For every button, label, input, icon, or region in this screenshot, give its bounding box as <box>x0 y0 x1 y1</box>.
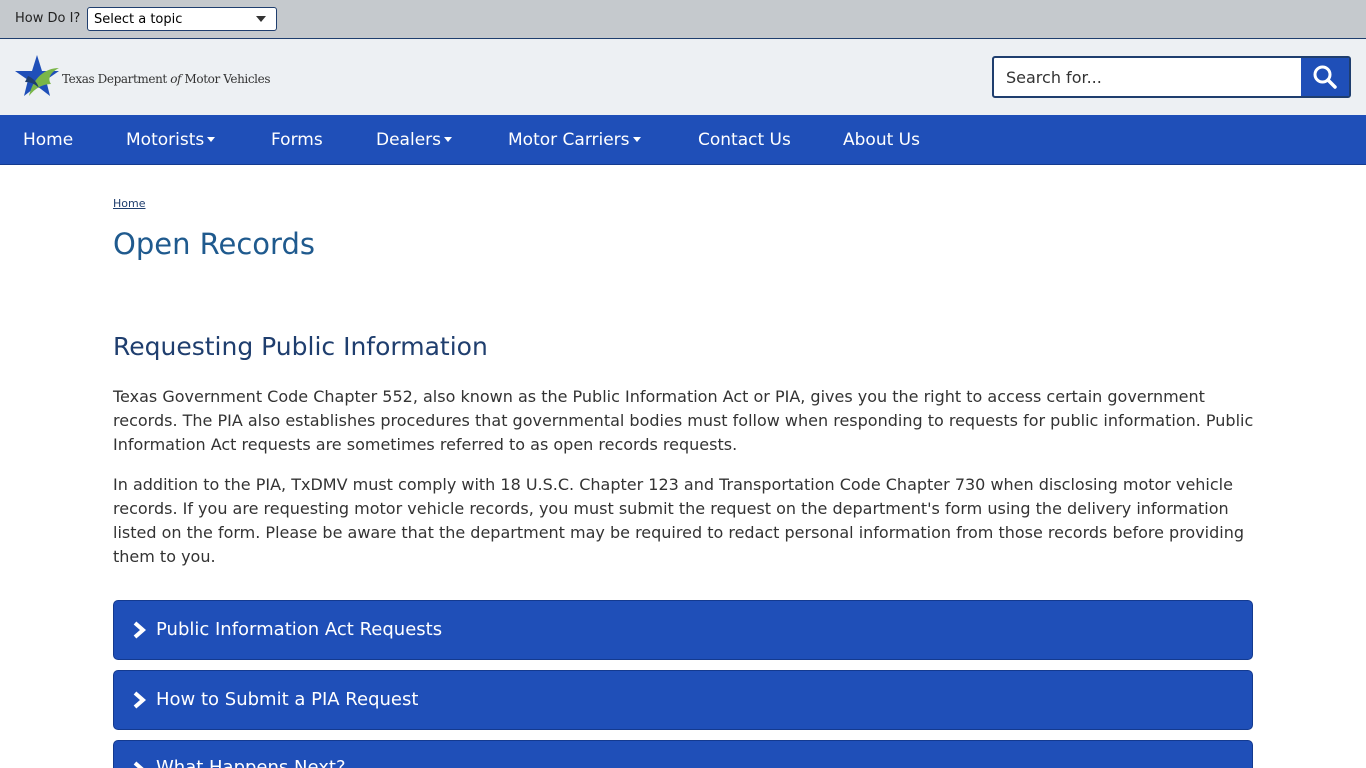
section-title: Requesting Public Information <box>113 332 488 361</box>
chevron-right-icon <box>133 691 146 709</box>
nav-item-label: Motorists <box>126 130 205 150</box>
nav-item-contact-us[interactable]: Contact Us <box>698 130 791 150</box>
chevron-down-icon <box>256 16 266 22</box>
logo-text-part: Texas Department <box>62 72 171 86</box>
intro-paragraph: In addition to the PIA, TxDMV must compl… <box>113 475 1245 566</box>
utility-bar: How Do I? Select a topic <box>0 0 1366 39</box>
chevron-right-icon <box>133 621 146 639</box>
accordion-label: How to Submit a PIA Request <box>156 689 419 710</box>
nav-item-about-us[interactable]: About Us <box>843 130 920 150</box>
accordion-public-information-act-requests[interactable]: Public Information Act Requests <box>113 600 1253 660</box>
intro-paragraph: Texas Government Code Chapter 552, also … <box>113 387 1254 454</box>
star-logo-icon <box>15 55 59 96</box>
topic-select-value: Select a topic <box>94 12 183 27</box>
how-do-i-label: How Do I? <box>15 11 81 26</box>
main-nav: Home Motorists Forms Dealers Motor Carri… <box>0 115 1366 165</box>
nav-item-label: Home <box>23 130 74 150</box>
accordion-label: What Happens Next? <box>156 757 346 768</box>
breadcrumb-home-link[interactable]: Home <box>113 197 145 210</box>
page-title: Open Records <box>113 227 315 261</box>
search-icon <box>1313 65 1337 89</box>
search-form <box>992 56 1351 98</box>
chevron-right-icon <box>133 761 144 768</box>
site-header: Texas Department of Motor Vehicles <box>0 39 1366 115</box>
nav-item-label: Forms <box>271 130 323 150</box>
logo-text-of: of <box>170 72 182 86</box>
caret-down-icon <box>632 137 641 142</box>
accordion-what-happens-next[interactable]: What Happens Next? <box>113 740 1253 768</box>
caret-down-icon <box>444 137 452 142</box>
nav-item-home[interactable]: Home <box>23 130 73 150</box>
search-button[interactable] <box>1301 58 1349 96</box>
nav-item-motor-carriers[interactable]: Motor Carriers <box>508 130 641 150</box>
search-input[interactable] <box>994 58 1301 96</box>
nav-item-label: Contact Us <box>698 130 791 150</box>
nav-item-dealers[interactable]: Dealers <box>376 130 452 150</box>
caret-down-icon <box>207 137 216 142</box>
logo-wordmark: Texas Department of Motor Vehicles <box>62 72 270 86</box>
nav-item-label: Dealers <box>376 130 441 150</box>
logo-text-part: Motor Vehicles <box>181 72 271 86</box>
txdmv-logo[interactable]: Texas Department of Motor Vehicles <box>15 54 270 100</box>
nav-item-motorists[interactable]: Motorists <box>126 130 216 150</box>
nav-item-label: About Us <box>843 130 920 150</box>
nav-item-forms[interactable]: Forms <box>271 130 323 150</box>
nav-item-label: Motor Carriers <box>508 130 630 150</box>
accordion-label: Public Information Act Requests <box>156 619 443 640</box>
accordion-how-to-submit-pia-request[interactable]: How to Submit a PIA Request <box>113 670 1253 730</box>
topic-select[interactable]: Select a topic <box>87 7 277 31</box>
